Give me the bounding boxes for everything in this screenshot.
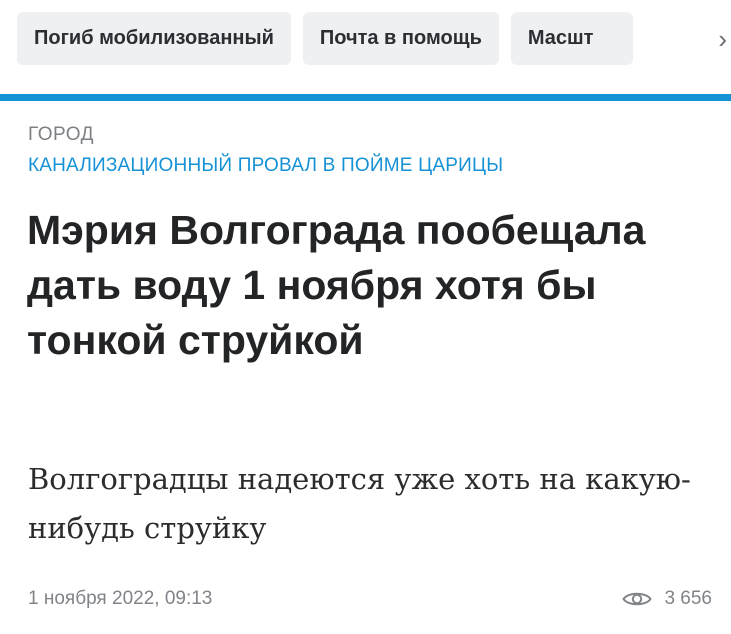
tag-scroll-button[interactable]: ›	[661, 12, 731, 65]
tag-scale[interactable]: Масшт	[510, 12, 634, 65]
rubric-link[interactable]: ГОРОД	[28, 124, 94, 146]
story-link[interactable]: КАНАЛИЗАЦИОННЫЙ ПРОВАЛ В ПОЙМЕ ЦАРИЦЫ	[28, 155, 503, 177]
views-counter: 3 656	[622, 588, 712, 610]
header-divider	[0, 94, 731, 101]
chevron-right-icon: ›	[718, 23, 727, 54]
tag-killed-mobilized[interactable]: Погиб мобилизованный	[17, 12, 291, 65]
article-meta: 1 ноября 2022, 09:13 3 656	[28, 588, 712, 610]
tag-post-help[interactable]: Почта в помощь	[302, 12, 499, 65]
publish-date: 1 ноября 2022, 09:13	[28, 588, 213, 609]
tag-strip: Погиб мобилизованный Почта в помощь Масш…	[17, 12, 731, 65]
eye-icon	[622, 592, 653, 606]
views-count: 3 656	[664, 588, 712, 609]
article-headline: Мэрия Волгограда пообещала дать воду 1 н…	[27, 207, 646, 363]
article-subtitle: Волгоградцы надеются уже хоть на какую-н…	[28, 462, 691, 545]
